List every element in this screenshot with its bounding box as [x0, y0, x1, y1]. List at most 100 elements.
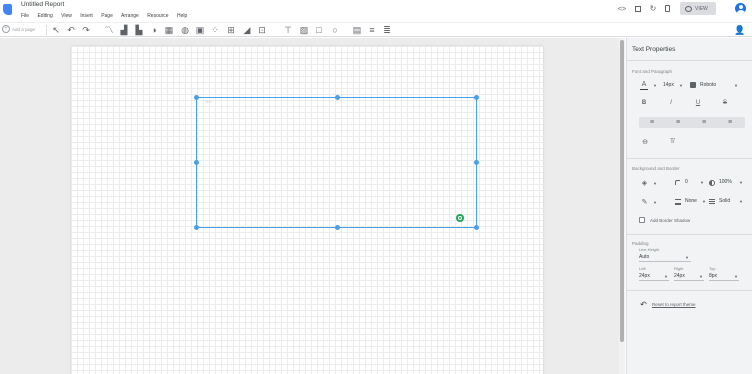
- redo-icon[interactable]: ↷: [79, 23, 93, 37]
- align-right-icon[interactable]: ≡: [699, 118, 709, 127]
- line-height-label: Line Height: [639, 247, 660, 252]
- menu-view[interactable]: View: [61, 13, 72, 19]
- pivot-table-icon[interactable]: ⊡: [255, 23, 269, 37]
- border-style-select[interactable]: Solid ▼: [709, 198, 749, 206]
- panel-title: Text Properties: [632, 46, 676, 53]
- add-page-icon[interactable]: +: [2, 25, 10, 33]
- padding-right-select[interactable]: 24px ▼: [674, 272, 704, 281]
- data-control-icon[interactable]: ≣: [380, 23, 394, 37]
- fullscreen-icon[interactable]: [635, 6, 641, 12]
- border-radius-value: 0: [685, 179, 688, 185]
- menu-page[interactable]: Page: [101, 13, 113, 19]
- resize-handle-ne[interactable]: [474, 95, 479, 100]
- reset-to-theme-link[interactable]: Reset to report theme: [652, 302, 696, 307]
- text-icon[interactable]: ⊤: [281, 23, 295, 37]
- link-icon[interactable]: ⊖: [640, 138, 650, 146]
- filter-control-icon[interactable]: ≡: [365, 23, 379, 37]
- align-center-icon[interactable]: ≡: [673, 118, 683, 127]
- border-color-dropdown-icon[interactable]: ▼: [652, 199, 658, 205]
- report-title[interactable]: Untitled Report: [21, 1, 64, 8]
- text-box-placeholder: Text: [205, 100, 212, 104]
- reset-icon[interactable]: ↶: [639, 300, 648, 309]
- clear-format-icon[interactable]: T̸: [667, 138, 677, 146]
- image-icon[interactable]: ▨: [297, 23, 311, 37]
- area-chart-icon[interactable]: ◢: [240, 23, 254, 37]
- scorecard-icon[interactable]: ▣: [193, 23, 207, 37]
- geo-map-icon[interactable]: ◍: [178, 23, 192, 37]
- menu-resource[interactable]: Resource: [147, 13, 168, 19]
- border-radius-dropdown-icon: ▼: [700, 180, 704, 185]
- menu-insert[interactable]: Insert: [80, 13, 93, 19]
- timeseries-chart-icon[interactable]: 〽: [102, 23, 116, 37]
- resize-handle-e[interactable]: [474, 160, 479, 165]
- border-weight-value: None: [685, 198, 697, 204]
- menu-help[interactable]: Help: [177, 13, 187, 19]
- border-color-icon[interactable]: ✎: [640, 197, 649, 206]
- resize-handle-se[interactable]: [474, 225, 479, 230]
- padding-right-value: 24px: [674, 273, 685, 279]
- text-color-icon[interactable]: A: [640, 80, 648, 90]
- pie-chart-icon[interactable]: ◑: [147, 23, 161, 37]
- align-left-icon[interactable]: ≡: [647, 118, 657, 127]
- resize-handle-nw[interactable]: [194, 95, 199, 100]
- font-family-dropdown-icon: ▼: [734, 83, 738, 88]
- avatar[interactable]: [735, 3, 746, 14]
- resize-handle-s[interactable]: [335, 225, 340, 230]
- border-shadow-checkbox[interactable]: [639, 217, 645, 223]
- resize-handle-w[interactable]: [194, 160, 199, 165]
- scatter-chart-icon[interactable]: ⁘: [208, 23, 222, 37]
- font-family-value: Roboto: [700, 82, 717, 88]
- line-height-select[interactable]: Auto ▼: [639, 253, 691, 262]
- padding-left-dropdown-icon: ▼: [664, 274, 668, 279]
- report-page[interactable]: Text: [71, 46, 543, 374]
- bullet-chart-icon[interactable]: ⊞: [224, 23, 238, 37]
- border-weight-icon: [675, 199, 681, 205]
- combo-chart-icon[interactable]: ▙: [132, 23, 146, 37]
- opacity-dropdown-icon: ▼: [739, 180, 743, 185]
- strikethrough-button[interactable]: S: [721, 99, 729, 107]
- underline-button[interactable]: U: [694, 99, 702, 107]
- scrollbar-thumb[interactable]: [620, 40, 624, 342]
- grammar-check-icon[interactable]: [456, 214, 464, 222]
- font-section-title: Font and Paragraph: [632, 69, 673, 74]
- border-weight-select[interactable]: None ▼: [675, 198, 707, 206]
- bar-chart-icon[interactable]: ▟: [117, 23, 131, 37]
- rectangle-icon[interactable]: □: [312, 23, 326, 37]
- circle-icon[interactable]: ○: [328, 23, 342, 37]
- border-style-icon: [709, 199, 715, 205]
- resize-handle-sw[interactable]: [194, 225, 199, 230]
- font-size-value: 14px: [663, 82, 674, 88]
- padding-left-label: Left: [639, 266, 646, 271]
- properties-panel: Text Properties Font and Paragraph A ▼ 1…: [626, 38, 752, 374]
- resize-handle-n[interactable]: [335, 95, 340, 100]
- opacity-select[interactable]: 100% ▼: [709, 179, 749, 187]
- align-justify-icon[interactable]: ≡: [725, 118, 735, 127]
- menu-arrange[interactable]: Arrange: [121, 13, 139, 19]
- border-radius-select[interactable]: 0 ▼: [675, 179, 707, 187]
- opacity-icon: [709, 180, 715, 186]
- fill-color-dropdown-icon[interactable]: ▼: [652, 180, 658, 186]
- date-range-icon[interactable]: ▤: [350, 23, 364, 37]
- text-box[interactable]: Text: [194, 95, 479, 230]
- view-button[interactable]: VIEW: [680, 2, 716, 15]
- text-color-dropdown-icon[interactable]: ▼: [652, 82, 658, 88]
- menu-bar: File Editing View Insert Page Arrange Re…: [21, 13, 194, 19]
- bold-button[interactable]: B: [640, 99, 648, 107]
- menu-file[interactable]: File: [21, 13, 29, 19]
- italic-button[interactable]: I: [667, 99, 675, 107]
- padding-left-select[interactable]: 24px ▼: [639, 272, 669, 281]
- select-icon[interactable]: ↖: [49, 23, 63, 37]
- font-size-select[interactable]: 14px ▼: [663, 82, 685, 89]
- add-page-button[interactable]: Add a page: [12, 27, 35, 32]
- code-icon[interactable]: <>: [617, 4, 627, 14]
- table-icon[interactable]: ▦: [162, 23, 176, 37]
- share-icon[interactable]: 👤: [734, 24, 746, 36]
- refresh-icon[interactable]: ↻: [648, 3, 658, 13]
- font-family-select[interactable]: Roboto ▼: [690, 82, 740, 89]
- fill-color-icon[interactable]: ◈: [640, 178, 649, 187]
- copy-icon[interactable]: [665, 5, 670, 12]
- app-logo[interactable]: [3, 4, 12, 15]
- menu-editing[interactable]: Editing: [37, 13, 52, 19]
- undo-icon[interactable]: ↶: [64, 23, 78, 37]
- padding-top-select[interactable]: 8px ▼: [709, 272, 739, 281]
